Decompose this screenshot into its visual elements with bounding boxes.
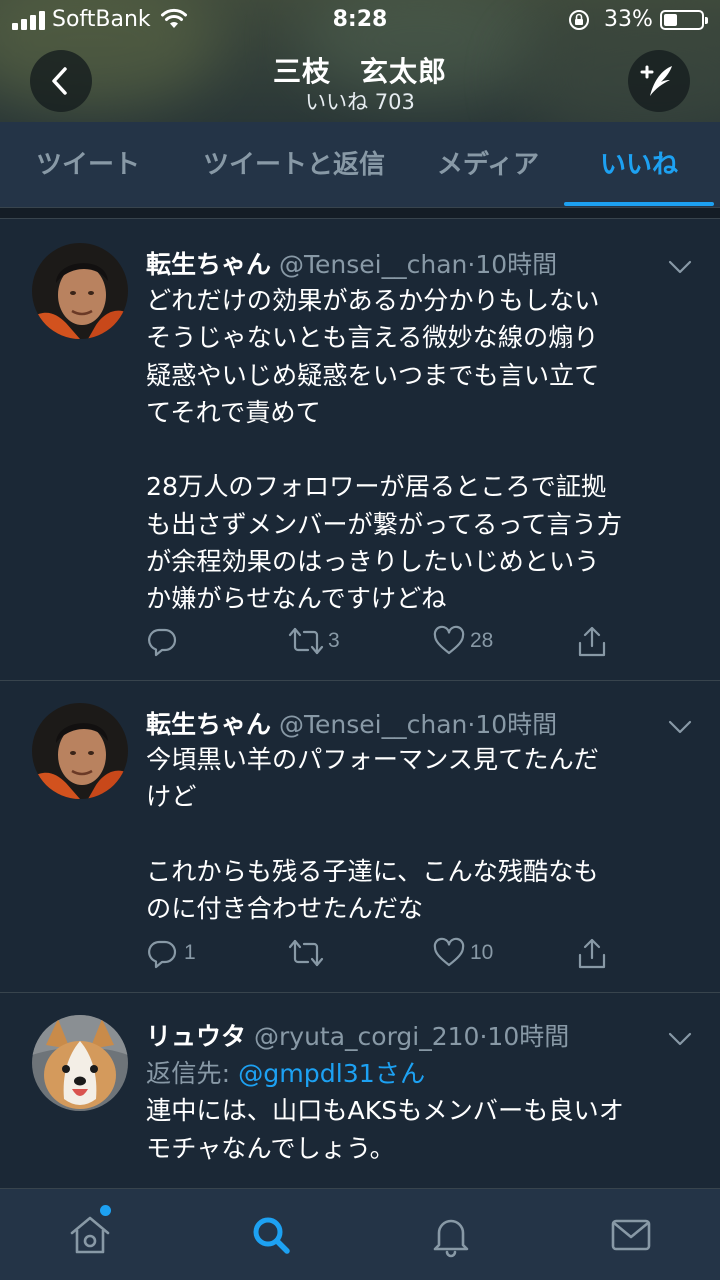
like-button[interactable]: 28: [432, 625, 512, 661]
compose-tweet-button[interactable]: [628, 50, 690, 112]
compose-feather-icon: [640, 65, 672, 96]
tweet-header: 転生ちゃん @Tensei__chan·10時間: [146, 245, 557, 281]
home-icon: [70, 1216, 110, 1254]
tweet-text-line: 28万人のフォロワーが居るところで証拠: [146, 472, 607, 502]
tweet-text: 返信先: @gmpdl31さん 連中には、山口もAKSもメンバーも良いオ モチャ…: [146, 1055, 702, 1167]
heart-icon: [433, 625, 465, 655]
mail-icon: [611, 1219, 651, 1251]
reply-icon: [148, 628, 177, 657]
reply-to-label: 返信先:: [146, 1059, 239, 1088]
tweet-text-line: どれだけの効果があるか分かりもしない: [146, 286, 600, 315]
nav-home[interactable]: [66, 1211, 114, 1259]
status-bar: SoftBank 8:28 33%: [0, 0, 720, 40]
new-tweets-dot: [100, 1205, 111, 1216]
tweet-text-line: が余程効果のはっきりしたいじめという: [146, 547, 600, 577]
tweet-text-line: けど: [146, 782, 197, 812]
tweet[interactable]: 転生ちゃん @Tensei__chan·10時間 今頃黒い羊のパフォーマンス見てた…: [0, 680, 720, 992]
reply-to-line: 返信先: @gmpdl31さん: [146, 1055, 702, 1092]
bell-icon: [433, 1219, 469, 1258]
reply-button[interactable]: 1: [146, 937, 206, 973]
nav-search[interactable]: [247, 1211, 295, 1259]
tweet-text-line: これからも残る子達に、こんな残酷なも: [146, 856, 599, 886]
avatar[interactable]: [32, 1015, 128, 1111]
tab-tweets[interactable]: ツイート: [8, 122, 168, 208]
tweet-text-line: 疑惑やいじめ疑惑をいつまでも言い立て: [146, 360, 600, 390]
tweet-text-line: 今頃黒い羊のパフォーマンス見てたんだ: [146, 745, 599, 774]
like-count: 28: [470, 629, 494, 652]
tweet-actions: 3 28: [0, 625, 720, 665]
tab-likes[interactable]: いいね: [564, 122, 714, 208]
author-handle[interactable]: @ryuta_corgi_210: [254, 1022, 479, 1051]
author-name[interactable]: リュウタ: [146, 1022, 246, 1051]
tweet-text-line: のに付き合わせたんだな: [146, 894, 424, 924]
bottom-tab-bar: [0, 1188, 720, 1280]
tweet-actions: 1 10: [0, 937, 720, 977]
likes-count: いいね 703: [305, 90, 415, 114]
author-name[interactable]: 転生ちゃん: [146, 250, 271, 279]
chevron-down-icon[interactable]: [668, 719, 692, 735]
tweet-time: 10時間: [475, 250, 558, 279]
share-button[interactable]: [576, 625, 608, 661]
heart-icon: [433, 937, 465, 967]
reply-button[interactable]: [146, 625, 206, 661]
profile-name: 三枝 玄太郎: [272, 55, 447, 88]
active-tab-indicator: [564, 202, 714, 206]
author-handle[interactable]: @Tensei__chan: [279, 710, 467, 739]
share-button[interactable]: [576, 937, 608, 973]
retweet-icon: [288, 939, 324, 967]
like-count: 10: [470, 941, 494, 964]
battery-icon: [660, 10, 708, 30]
tweet-text-line: そうじゃないとも言える微妙な線の煽り: [146, 323, 599, 353]
reply-icon: [148, 940, 177, 969]
like-button[interactable]: 10: [432, 937, 512, 973]
tweet[interactable]: リュウタ @ryuta_corgi_210·10時間 返信先: @gmpdl31さ…: [0, 992, 720, 1188]
tweet-text-line: モチャなんでしょう。: [146, 1133, 395, 1163]
tweet-text-line: [146, 816, 702, 853]
nav-messages[interactable]: [607, 1211, 655, 1259]
retweet-icon: [288, 627, 324, 655]
avatar[interactable]: [32, 703, 128, 799]
tab-media[interactable]: メディア: [420, 122, 556, 208]
chevron-down-icon[interactable]: [668, 1031, 692, 1047]
nav-notifications[interactable]: [427, 1211, 475, 1259]
retweet-button[interactable]: [288, 937, 368, 973]
tweet-text-line: てそれで責めて: [146, 397, 321, 427]
tweet-text: どれだけの効果があるか分かりもしない そうじゃないとも言える微妙な線の煽り 疑惑…: [146, 282, 702, 618]
retweet-count: 3: [328, 629, 340, 652]
tab-tweets-and-replies[interactable]: ツイートと返信: [184, 122, 404, 208]
avatar[interactable]: [32, 243, 128, 339]
tweet-time: 10時間: [487, 1022, 570, 1051]
profile-header: SoftBank 8:28 33% 三枝 玄太郎 いいね 703: [0, 0, 720, 122]
tweet-text-line: も出さずメンバーが繋がってるって言う方: [146, 509, 623, 539]
tweet-header: リュウタ @ryuta_corgi_210·10時間: [146, 1017, 569, 1053]
tweet-time: 10時間: [475, 710, 558, 739]
retweet-button[interactable]: 3: [288, 625, 368, 661]
tweet-text-line: 連中には、山口もAKSもメンバーも良いオ: [146, 1096, 624, 1126]
battery-percent: 33%: [604, 7, 653, 32]
tweet[interactable]: 転生ちゃん @Tensei__chan·10時間 どれだけの効果があるか分かりもし…: [0, 218, 720, 680]
rotation-lock-icon: [568, 9, 590, 31]
share-icon: [578, 938, 606, 969]
tweet-text-line: か嫌がらせなんですけどね: [146, 584, 447, 614]
profile-tabs: ツイート ツイートと返信 メディア いいね: [0, 122, 720, 208]
tweet-text: 今頃黒い羊のパフォーマンス見てたんだ けど これからも残る子達に、こんな残酷なも…: [146, 741, 702, 927]
author-handle[interactable]: @Tensei__chan: [279, 250, 467, 279]
search-icon: [253, 1217, 290, 1254]
chevron-down-icon[interactable]: [668, 259, 692, 275]
reply-to-mention[interactable]: @gmpdl31さん: [238, 1059, 425, 1088]
share-icon: [578, 626, 606, 657]
timeline: 転生ちゃん @Tensei__chan·10時間 どれだけの効果があるか分かりもし…: [0, 208, 720, 1188]
author-name[interactable]: 転生ちゃん: [146, 710, 271, 739]
reply-count: 1: [184, 941, 196, 964]
tweet-header: 転生ちゃん @Tensei__chan·10時間: [146, 705, 557, 741]
tweet-text-line: [146, 431, 702, 468]
